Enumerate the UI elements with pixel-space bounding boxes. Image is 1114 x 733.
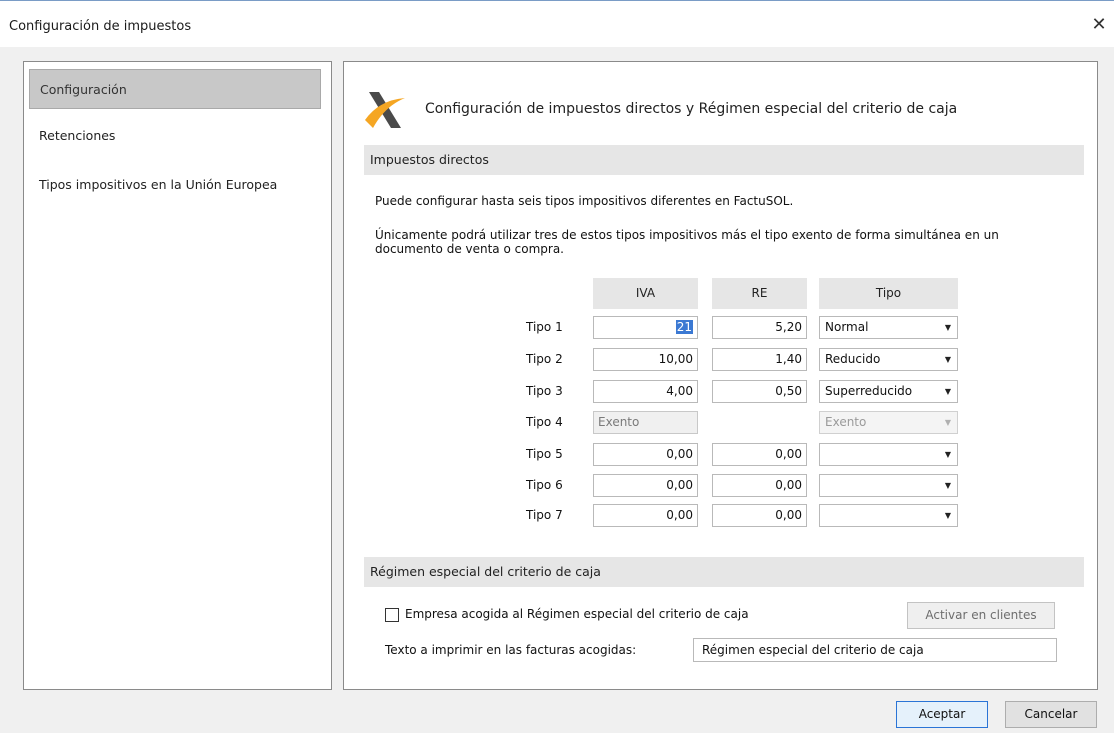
info-text-simultaneous: Únicamente podrá utilizar tres de estos … bbox=[375, 228, 999, 256]
criterio-caja-checkbox[interactable] bbox=[385, 608, 399, 622]
iva-input-tipo-3[interactable]: 4,00 bbox=[593, 380, 698, 403]
re-input-tipo-2[interactable]: 1,40 bbox=[712, 348, 807, 371]
column-header-re: RE bbox=[712, 278, 807, 309]
main-panel: Configuración de impuestos directos y Ré… bbox=[343, 61, 1098, 690]
iva-input-tipo-7[interactable]: 0,00 bbox=[593, 504, 698, 527]
sidebar-item-retenciones[interactable]: Retenciones bbox=[29, 116, 321, 156]
tipo-select-tipo-3[interactable]: Superreducido ▼ bbox=[819, 380, 958, 403]
column-header-iva: IVA bbox=[593, 278, 698, 309]
accept-button[interactable]: Aceptar bbox=[896, 701, 988, 728]
iva-input-tipo-6[interactable]: 0,00 bbox=[593, 474, 698, 497]
criterio-caja-checkbox-label[interactable]: Empresa acogida al Régimen especial del … bbox=[405, 607, 749, 621]
re-input-tipo-1[interactable]: 5,20 bbox=[712, 316, 807, 339]
chevron-down-icon: ▼ bbox=[944, 355, 951, 364]
re-input-tipo-3[interactable]: 0,50 bbox=[712, 380, 807, 403]
section-heading-impuestos-directos: Impuestos directos bbox=[364, 145, 1084, 175]
tipo-select-tipo-6[interactable]: ▼ bbox=[819, 474, 958, 497]
iva-input-tipo-5[interactable]: 0,00 bbox=[593, 443, 698, 466]
activar-en-clientes-button[interactable]: Activar en clientes bbox=[907, 602, 1055, 629]
tax-agency-logo-icon bbox=[365, 92, 405, 128]
chevron-down-icon: ▼ bbox=[944, 481, 951, 490]
row-label-tipo-1: Tipo 1 bbox=[526, 320, 563, 334]
row-label-tipo-7: Tipo 7 bbox=[526, 508, 563, 522]
tipo-select-tipo-5[interactable]: ▼ bbox=[819, 443, 958, 466]
column-header-tipo: Tipo bbox=[819, 278, 958, 309]
chevron-down-icon: ▼ bbox=[944, 511, 951, 520]
window-titlebar: Configuración de impuestos ✕ bbox=[0, 0, 1114, 47]
tipo-select-value: Reducido bbox=[825, 352, 881, 366]
tipo-select-value: Normal bbox=[825, 320, 869, 334]
tipo-select-tipo-1[interactable]: Normal ▼ bbox=[819, 316, 958, 339]
row-label-tipo-3: Tipo 3 bbox=[526, 384, 563, 398]
sidebar-item-configuracion[interactable]: Configuración bbox=[29, 69, 321, 109]
tipo-select-value: Exento bbox=[825, 415, 867, 429]
row-label-tipo-2: Tipo 2 bbox=[526, 352, 563, 366]
iva-input-tipo-1[interactable]: 21 bbox=[593, 316, 698, 339]
close-icon[interactable]: ✕ bbox=[1084, 13, 1114, 37]
iva-value-tipo-1: 21 bbox=[675, 320, 693, 334]
iva-input-tipo-2[interactable]: 10,00 bbox=[593, 348, 698, 371]
row-label-tipo-5: Tipo 5 bbox=[526, 447, 563, 461]
invoice-text-input[interactable]: Régimen especial del criterio de caja bbox=[693, 638, 1057, 662]
chevron-down-icon: ▼ bbox=[944, 418, 951, 427]
re-input-tipo-7[interactable]: 0,00 bbox=[712, 504, 807, 527]
cancel-button[interactable]: Cancelar bbox=[1005, 701, 1097, 728]
chevron-down-icon: ▼ bbox=[944, 450, 951, 459]
re-input-tipo-6[interactable]: 0,00 bbox=[712, 474, 807, 497]
sidebar-item-tipos-ue[interactable]: Tipos impositivos en la Unión Europea bbox=[29, 165, 321, 205]
tipo-select-tipo-7[interactable]: ▼ bbox=[819, 504, 958, 527]
tipo-select-tipo-4: Exento ▼ bbox=[819, 411, 958, 434]
row-label-tipo-6: Tipo 6 bbox=[526, 478, 563, 492]
sidebar: Configuración Retenciones Tipos impositi… bbox=[23, 61, 332, 690]
info-text-max-types: Puede configurar hasta seis tipos imposi… bbox=[375, 194, 794, 208]
chevron-down-icon: ▼ bbox=[944, 323, 951, 332]
tipo-select-value: Superreducido bbox=[825, 384, 913, 398]
tipo-select-tipo-2[interactable]: Reducido ▼ bbox=[819, 348, 958, 371]
re-input-tipo-5[interactable]: 0,00 bbox=[712, 443, 807, 466]
invoice-text-label: Texto a imprimir en las facturas acogida… bbox=[385, 643, 637, 657]
window-title: Configuración de impuestos bbox=[9, 19, 192, 34]
section-heading-criterio-caja: Régimen especial del criterio de caja bbox=[364, 557, 1084, 587]
iva-input-tipo-4: Exento bbox=[593, 411, 698, 434]
row-label-tipo-4: Tipo 4 bbox=[526, 415, 563, 429]
page-title: Configuración de impuestos directos y Ré… bbox=[425, 101, 958, 117]
chevron-down-icon: ▼ bbox=[944, 387, 951, 396]
